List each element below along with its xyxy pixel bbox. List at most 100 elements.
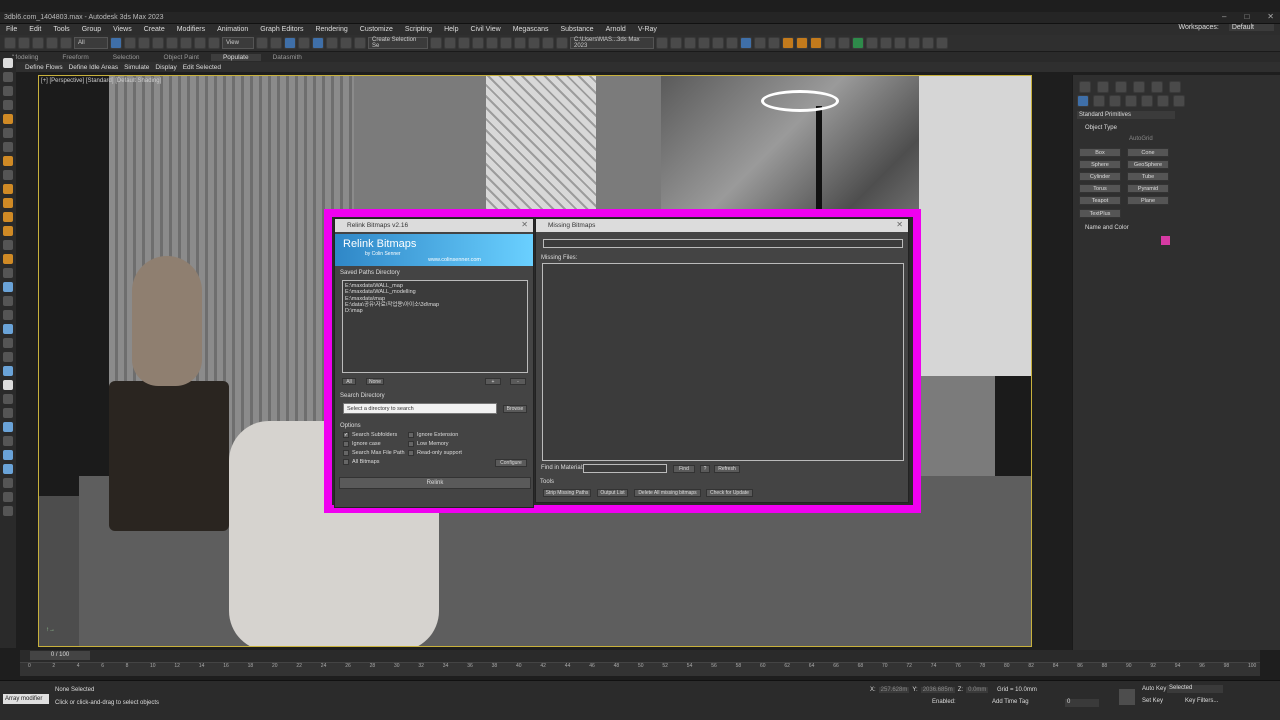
create-tab-icon[interactable] — [1079, 81, 1091, 93]
script-icon-1[interactable] — [670, 37, 682, 49]
tool-t-icon[interactable] — [3, 338, 13, 348]
viewport-label[interactable]: [+] [Perspective] [Standard] [Default Sh… — [41, 78, 161, 84]
select-icon[interactable] — [3, 58, 13, 68]
menu-views[interactable]: Views — [107, 26, 138, 33]
align-icon[interactable] — [444, 37, 456, 49]
select-object-icon[interactable] — [110, 37, 122, 49]
shapes-icon[interactable] — [1093, 95, 1105, 107]
selection-filter-dropdown[interactable]: All — [74, 37, 108, 49]
tool-icon-4[interactable] — [908, 37, 920, 49]
tool-a-icon[interactable] — [3, 72, 13, 82]
pyramid-button[interactable]: Pyramid — [1127, 184, 1169, 193]
script-icon-2[interactable] — [684, 37, 696, 49]
unlink-icon[interactable] — [46, 37, 58, 49]
menu-help[interactable]: Help — [438, 26, 464, 33]
modify-tab-icon[interactable] — [1097, 81, 1109, 93]
missing-close-icon[interactable]: ✕ — [896, 220, 903, 229]
workspaces-dropdown[interactable]: Default — [1228, 24, 1274, 31]
spinner-snap-icon[interactable] — [340, 37, 352, 49]
curve-editor-icon[interactable] — [486, 37, 498, 49]
define-idle-areas-button[interactable]: Define Idle Areas — [66, 64, 122, 71]
key-filters-button[interactable]: Key Filters... — [1185, 698, 1218, 704]
minimize-icon[interactable]: – — [1222, 12, 1226, 21]
window-crossing-icon[interactable] — [152, 37, 164, 49]
reference-coordinate-dropdown[interactable]: View — [222, 37, 254, 49]
layer-explorer-icon[interactable] — [458, 37, 470, 49]
edit-selected-button[interactable]: Edit Selected — [180, 64, 224, 71]
torus-button[interactable]: Torus — [1079, 184, 1121, 193]
menu-edit[interactable]: Edit — [23, 26, 47, 33]
named-selection-sets-dropdown[interactable]: Create Selection Se — [368, 37, 428, 49]
tool-u-icon[interactable] — [3, 352, 13, 362]
find-button[interactable]: Find — [673, 465, 695, 473]
tool-k-icon[interactable] — [3, 212, 13, 222]
tool-af-icon[interactable] — [3, 506, 13, 516]
menu-megascans[interactable]: Megascans — [507, 26, 555, 33]
find-in-material-input[interactable] — [583, 464, 667, 473]
keyboard-shortcut-override-icon[interactable] — [284, 37, 296, 49]
menu-group[interactable]: Group — [76, 26, 107, 33]
tool-ac-icon[interactable] — [3, 464, 13, 474]
strip-missing-paths-button[interactable]: Strip Missing Paths — [543, 489, 591, 497]
utilities-tab-icon[interactable] — [1169, 81, 1181, 93]
vray-icon-2[interactable] — [796, 37, 808, 49]
tool-ab-icon[interactable] — [3, 450, 13, 460]
ignore-extension-checkbox[interactable]: Ignore Extension — [408, 432, 458, 438]
display-tab-icon[interactable] — [1151, 81, 1163, 93]
move-icon[interactable] — [166, 37, 178, 49]
refresh-button[interactable]: Refresh — [714, 465, 740, 473]
render-production-icon[interactable] — [556, 37, 568, 49]
none-button[interactable]: None — [366, 378, 384, 385]
material-editor-icon[interactable] — [514, 37, 526, 49]
tool-icon-5[interactable] — [922, 37, 934, 49]
key-filter-dropdown[interactable]: Selected — [1167, 685, 1223, 693]
set-key-button[interactable]: Set Key — [1142, 698, 1163, 704]
script-icon-8[interactable] — [768, 37, 780, 49]
tool-c-icon[interactable] — [3, 100, 13, 110]
sphere-button[interactable]: Sphere — [1079, 160, 1121, 169]
delete-missing-bitmaps-button[interactable]: Delete All missing bitmaps — [634, 489, 701, 497]
cone-button[interactable]: Cone — [1127, 148, 1169, 157]
tool-q-icon[interactable] — [3, 296, 13, 306]
edit-named-selection-icon[interactable] — [354, 37, 366, 49]
cameras-icon[interactable] — [1125, 95, 1137, 107]
missing-files-list[interactable] — [542, 263, 904, 461]
check-update-button[interactable]: Check for Update — [706, 489, 753, 497]
textplus-button[interactable]: TextPlus — [1079, 209, 1121, 218]
render-setup-icon[interactable] — [528, 37, 540, 49]
teapot-button[interactable]: Teapot — [1079, 196, 1121, 205]
configure-button[interactable]: Configure — [495, 459, 527, 467]
tool-f-icon[interactable] — [3, 142, 13, 152]
frame-field[interactable]: 0 — [1065, 699, 1099, 707]
systems-icon[interactable] — [1173, 95, 1185, 107]
tool-ad-icon[interactable] — [3, 478, 13, 488]
remove-path-button[interactable]: - — [510, 378, 526, 385]
tool-aa-icon[interactable] — [3, 436, 13, 446]
banner-url[interactable]: www.colinsenner.com — [428, 257, 481, 263]
tool-x-icon[interactable] — [3, 394, 13, 404]
script-icon-4[interactable] — [712, 37, 724, 49]
help-button[interactable]: ? — [700, 465, 710, 473]
add-path-button[interactable]: + — [485, 378, 501, 385]
tool-w-icon[interactable] — [3, 380, 13, 390]
motion-tab-icon[interactable] — [1133, 81, 1145, 93]
mirror-icon[interactable] — [430, 37, 442, 49]
display-button[interactable]: Display — [152, 64, 179, 71]
y-field[interactable]: 2036.685m — [920, 687, 955, 693]
script-icon-6[interactable] — [740, 37, 752, 49]
low-memory-checkbox[interactable]: Low Memory — [408, 441, 448, 447]
tool-icon-6[interactable] — [936, 37, 948, 49]
tool-d-icon[interactable] — [3, 114, 13, 124]
tab-freeform[interactable]: Freeform — [50, 54, 100, 61]
hierarchy-tab-icon[interactable] — [1115, 81, 1127, 93]
define-flows-button[interactable]: Define Flows — [22, 64, 66, 71]
bind-space-warp-icon[interactable] — [60, 37, 72, 49]
z-field[interactable]: 0.0mm — [966, 687, 989, 693]
tool-v-icon[interactable] — [3, 366, 13, 376]
list-item[interactable]: D:\map — [345, 308, 525, 314]
box-button[interactable]: Box — [1079, 148, 1121, 157]
undo-icon[interactable] — [4, 37, 16, 49]
tab-populate[interactable]: Populate — [210, 53, 261, 61]
vray-icon-1[interactable] — [782, 37, 794, 49]
script-icon-3[interactable] — [698, 37, 710, 49]
